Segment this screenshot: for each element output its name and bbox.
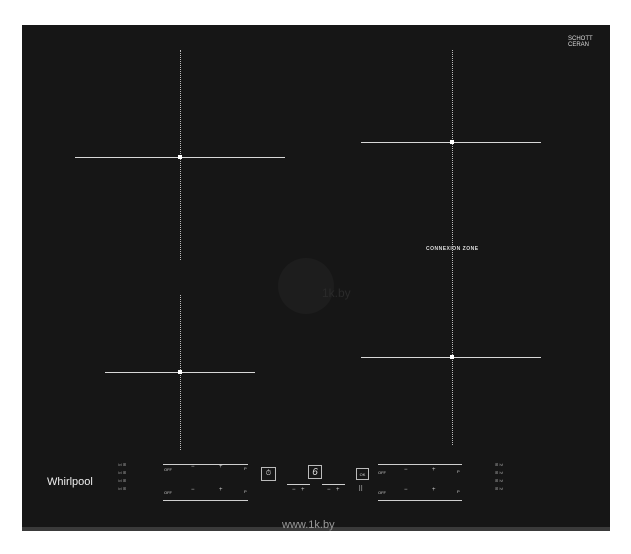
timer-button[interactable]: ⏱ (261, 467, 276, 481)
slider-rear-right[interactable] (378, 500, 462, 501)
off-button[interactable]: OFF (164, 467, 172, 472)
power-boost-button[interactable]: P (457, 469, 460, 474)
plus-button[interactable]: + (219, 464, 223, 470)
off-button[interactable]: OFF (378, 490, 386, 495)
timer-icon: ⏱ (265, 470, 272, 477)
timer-slider[interactable] (322, 484, 345, 485)
ok-button[interactable]: OK (356, 468, 369, 480)
minus-button[interactable]: − (191, 487, 195, 493)
power-boost-button[interactable]: P (244, 466, 247, 471)
plus-button[interactable]: + (219, 487, 223, 493)
left-zone-icons: lvl ⊞ lvl ⊞ lvl ⊞ lvl ⊞ (118, 462, 127, 491)
timer-slider[interactable] (287, 484, 310, 485)
timer-minus[interactable]: − (292, 487, 296, 493)
plus-button[interactable]: + (432, 467, 436, 473)
schott-ceran-logo: SCHOTT CERAN (568, 36, 593, 48)
lock-icon[interactable]: ⠿ (358, 485, 363, 493)
minus-button[interactable]: − (404, 467, 408, 473)
timer-plus[interactable]: + (301, 487, 305, 493)
zone-center-mark (450, 355, 454, 359)
right-zone-icons: ⊞ lvl ⊞ lvl ⊞ lvl ⊞ lvl (495, 462, 504, 491)
center-watermark: 1k.by (322, 286, 351, 300)
zone-center-mark (450, 140, 454, 144)
zone-center-mark (178, 370, 182, 374)
slider-rear-left[interactable] (163, 500, 248, 501)
plus-button[interactable]: + (432, 487, 436, 493)
minus-button[interactable]: − (191, 464, 195, 470)
whirlpool-logo: Whirlpool (47, 476, 93, 488)
off-button[interactable]: OFF (378, 470, 386, 475)
boost-button[interactable]: 6 (308, 465, 322, 479)
boost-icon: 6 (312, 466, 318, 478)
slider-front-left[interactable] (163, 464, 248, 465)
timer-plus[interactable]: + (336, 487, 340, 493)
site-watermark: www.1k.by (282, 519, 335, 531)
timer-minus[interactable]: − (327, 487, 331, 493)
minus-button[interactable]: − (404, 487, 408, 493)
connexion-zone-label: CONNEXION ZONE (426, 246, 479, 252)
power-boost-button[interactable]: P (457, 489, 460, 494)
power-boost-button[interactable]: P (244, 489, 247, 494)
slider-front-right[interactable] (378, 464, 462, 465)
off-button[interactable]: OFF (164, 490, 172, 495)
zone-center-mark (178, 155, 182, 159)
